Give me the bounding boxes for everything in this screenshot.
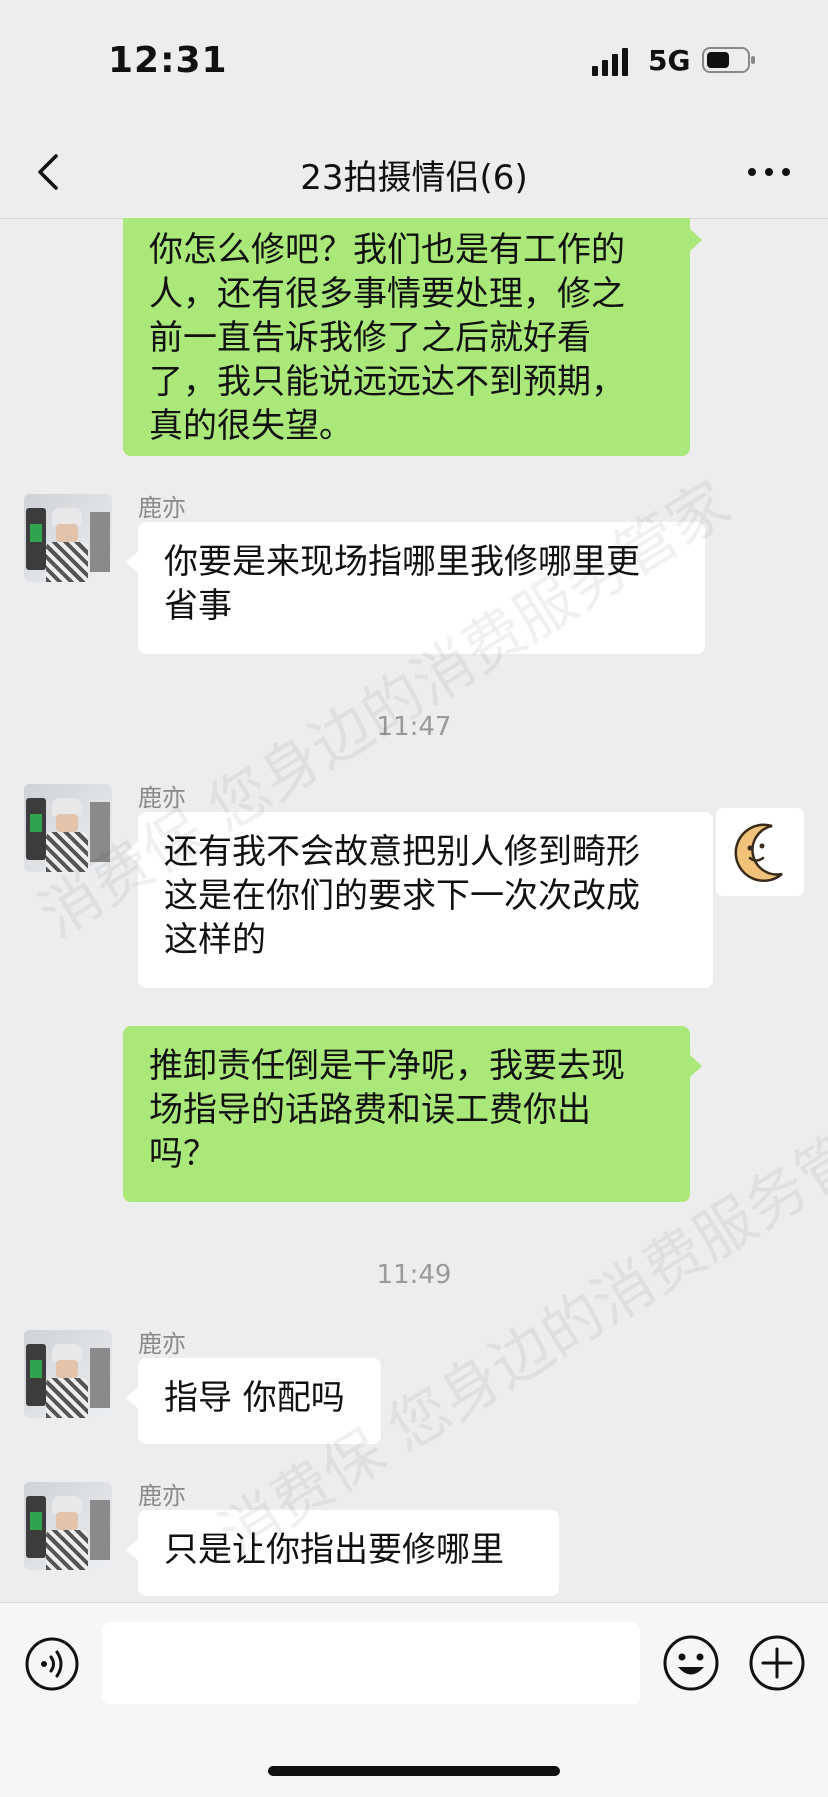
plus-icon[interactable]	[748, 1634, 806, 1692]
timestamp: 11:47	[376, 712, 452, 742]
chat-area[interactable]: 你怎么修吧？我们也是有工作的 人，还有很多事情要处理，修之 前一直告诉我修了之后…	[0, 218, 828, 1602]
message-input[interactable]	[102, 1622, 640, 1704]
status-time: 12:31	[108, 40, 228, 81]
avatar[interactable]	[24, 1482, 112, 1570]
avatar[interactable]	[24, 494, 112, 582]
home-indicator	[268, 1766, 560, 1776]
message-bubble-incoming[interactable]: 只是让你指出要修哪里	[126, 1510, 559, 1596]
sender-name: 鹿亦	[138, 1482, 186, 1510]
emoji-icon[interactable]	[662, 1634, 720, 1692]
battery-icon	[702, 47, 755, 73]
signal-icon	[592, 48, 628, 76]
sender-name: 鹿亦	[138, 494, 186, 522]
sender-name: 鹿亦	[138, 1330, 186, 1358]
moon-face-icon	[734, 823, 783, 882]
message-bubble-incoming[interactable]: 指导 你配吗	[126, 1358, 381, 1444]
voice-icon[interactable]	[24, 1636, 80, 1692]
message-bubble-incoming[interactable]: 你要是来现场指哪里我修哪里更 省事	[126, 522, 705, 654]
message-bubble-outgoing[interactable]: 你怎么修吧？我们也是有工作的 人，还有很多事情要处理，修之 前一直告诉我修了之后…	[123, 218, 702, 456]
message-bubble-incoming[interactable]: 还有我不会故意把别人修到畸形 这是在你们的要求下一次次改成 这样的	[126, 812, 713, 988]
avatar[interactable]	[24, 784, 112, 872]
timestamp: 11:49	[376, 1260, 452, 1290]
sender-name: 鹿亦	[138, 784, 186, 812]
avatar[interactable]	[24, 1330, 112, 1418]
more-icon[interactable]	[744, 158, 794, 186]
message-bubble-outgoing[interactable]: 推卸责任倒是干净呢，我要去现 场指导的话路费和误工费你出 吗？	[123, 1026, 702, 1202]
chat-title: 23拍摄情侣(6)	[300, 158, 528, 198]
network-label: 5G	[648, 44, 691, 77]
my-avatar[interactable]	[716, 808, 804, 896]
